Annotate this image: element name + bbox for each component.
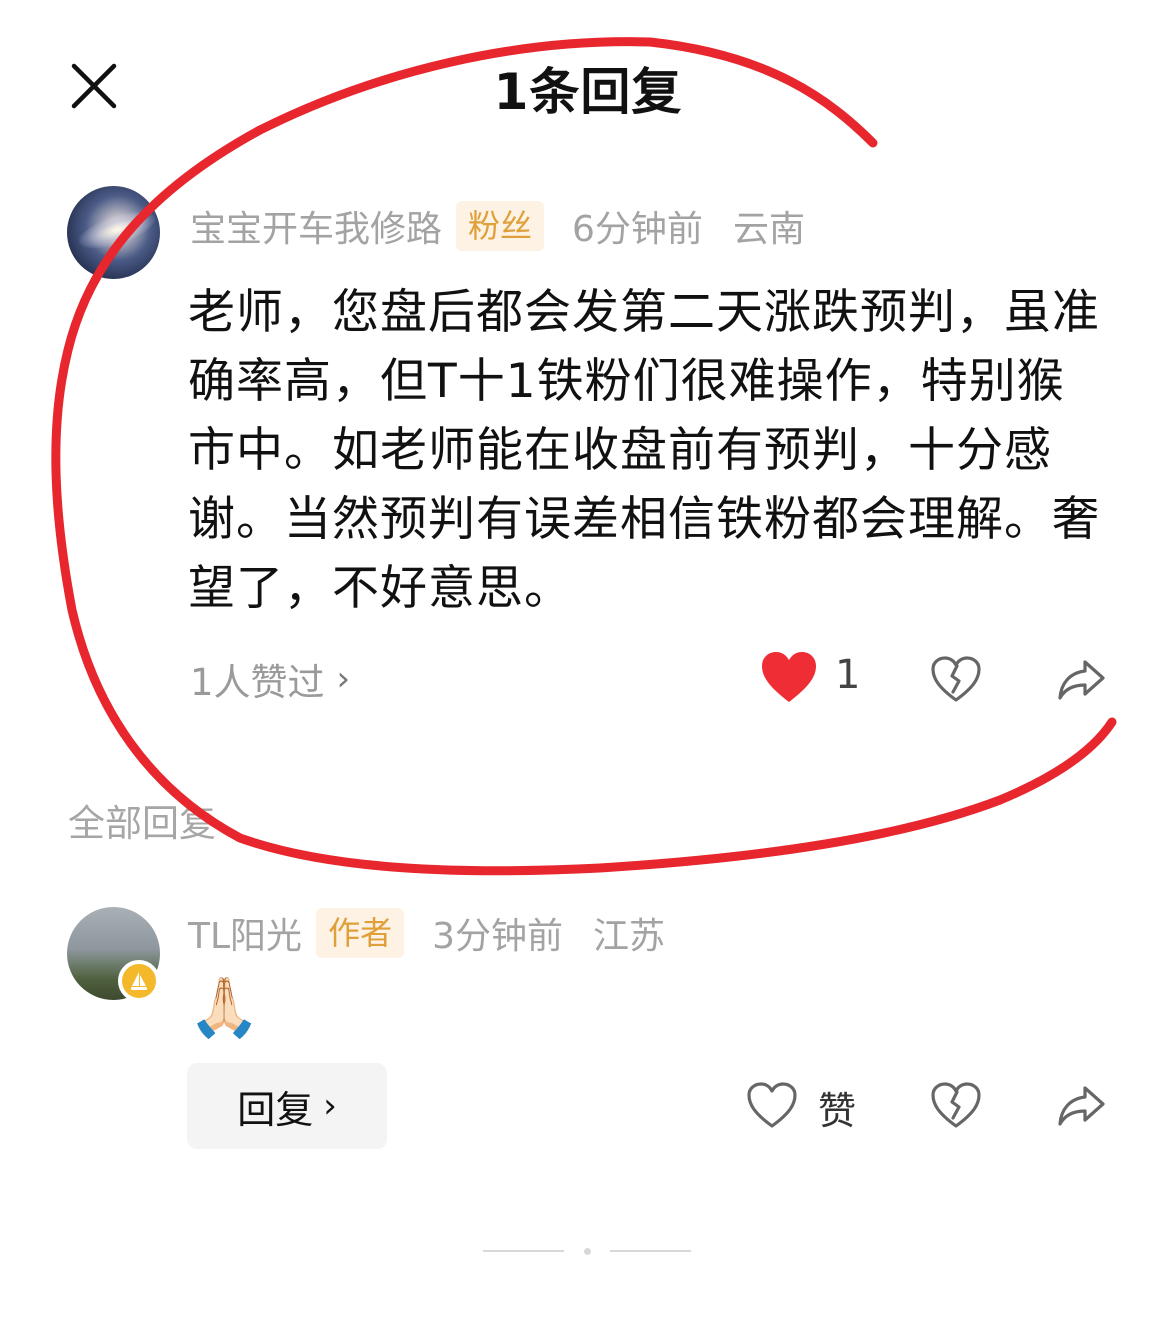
location: 江苏 xyxy=(592,916,665,957)
dislike-button[interactable] xyxy=(930,654,982,706)
broken-heart-icon xyxy=(931,656,981,702)
reply-button[interactable]: 回复 › xyxy=(187,1063,387,1149)
username[interactable]: TL阳光 xyxy=(188,907,302,959)
share-icon xyxy=(1058,1086,1105,1126)
like-button[interactable] xyxy=(760,650,818,706)
annotation-circle xyxy=(51,37,1117,876)
comment-body: 老师，您盘后都会发第二天涨跌预判，虽准确率高，但T十1铁粉们很难操作，特别猴市中… xyxy=(188,285,1100,616)
author-badge-icon xyxy=(118,960,160,1002)
comment-meta: 宝宝开车我修路 粉丝 6分钟前 云南 xyxy=(190,200,805,252)
likes-summary-link[interactable]: 1人赞过 › xyxy=(190,652,350,706)
dislike-button[interactable] xyxy=(930,1080,982,1132)
like-count: 1 xyxy=(835,652,861,698)
avatar[interactable] xyxy=(67,186,160,279)
timestamp: 3分钟前 xyxy=(432,916,563,957)
username[interactable]: 宝宝开车我修路 xyxy=(190,200,442,252)
likes-summary-text: 1人赞过 xyxy=(190,661,325,704)
reply-emoji: 🙏🏻 xyxy=(188,973,261,1041)
all-replies-label: 全部回复 xyxy=(68,802,216,845)
share-icon xyxy=(1058,660,1105,700)
broken-heart-icon xyxy=(931,1082,981,1128)
share-button[interactable] xyxy=(1055,654,1107,706)
page-title: 1条回复 xyxy=(493,63,683,121)
pager-dot xyxy=(584,1248,591,1255)
chevron-right-icon: › xyxy=(336,659,351,699)
fan-badge: 粉丝 xyxy=(456,201,545,251)
heart-outline-icon xyxy=(747,1082,797,1128)
author-tag: 作者 xyxy=(316,908,405,958)
like-label[interactable]: 赞 xyxy=(818,1080,856,1135)
share-button[interactable] xyxy=(1055,1080,1107,1132)
chevron-right-icon: › xyxy=(323,1086,337,1126)
like-button[interactable] xyxy=(746,1080,798,1132)
heart-filled-icon xyxy=(762,652,816,702)
location: 云南 xyxy=(732,209,805,250)
pager-indicator xyxy=(483,1250,564,1254)
reply-button-label: 回复 xyxy=(237,1087,314,1132)
reply-meta: TL阳光 作者 3分钟前 江苏 xyxy=(188,907,665,959)
timestamp: 6分钟前 xyxy=(572,209,703,250)
pager-indicator xyxy=(610,1250,691,1254)
